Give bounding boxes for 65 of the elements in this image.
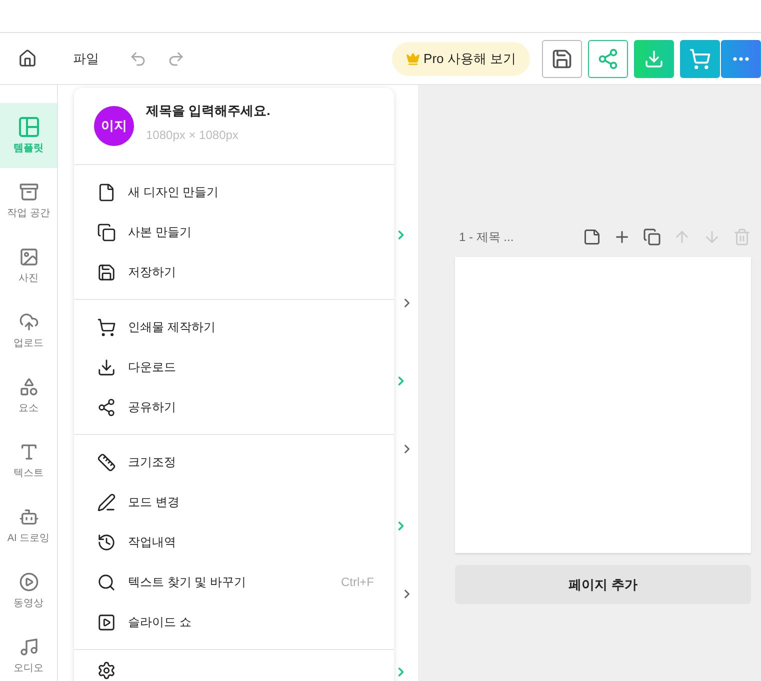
more-icon bbox=[733, 56, 749, 60]
add-page-button[interactable]: 페이지 추가 bbox=[455, 565, 751, 604]
more-button[interactable] bbox=[721, 40, 761, 78]
note-button[interactable] bbox=[583, 228, 601, 246]
design-dimensions: 1080px × 1080px bbox=[146, 128, 240, 142]
menu-item[interactable]: 사본 만들기 bbox=[74, 212, 394, 252]
menu-item[interactable]: 크기조정 bbox=[74, 442, 394, 482]
design-title: 제목을 입력해주세요. bbox=[146, 102, 270, 120]
text-icon bbox=[18, 442, 38, 462]
plus-button[interactable] bbox=[613, 228, 631, 246]
pro-button[interactable]: Pro 사용해 보기 bbox=[392, 42, 530, 76]
share-icon bbox=[597, 48, 619, 70]
page-label: 1 - 제목 ... bbox=[458, 228, 515, 246]
upload-cloud-icon bbox=[18, 312, 38, 332]
shapes-icon bbox=[18, 376, 38, 396]
download-icon bbox=[97, 358, 116, 376]
play-square-icon bbox=[97, 612, 116, 632]
sidebar-item[interactable]: 동영상 bbox=[0, 558, 57, 623]
save-icon bbox=[551, 48, 573, 70]
search-icon bbox=[97, 572, 116, 592]
copy-icon bbox=[97, 222, 116, 242]
home-button[interactable] bbox=[18, 49, 37, 68]
cart-button[interactable] bbox=[680, 40, 720, 78]
sidebar-item[interactable]: AI 드로잉 bbox=[0, 493, 57, 558]
sidebar-item[interactable]: 오디오 bbox=[0, 623, 57, 681]
save-button[interactable] bbox=[542, 40, 582, 78]
menu-item[interactable]: 모드 변경 bbox=[74, 482, 394, 522]
history-icon bbox=[97, 532, 116, 552]
cart-icon bbox=[97, 318, 116, 336]
archive-icon bbox=[18, 182, 38, 202]
ruler-icon bbox=[97, 452, 116, 472]
sidebar-item[interactable]: 업로드 bbox=[0, 298, 57, 363]
copy-button[interactable] bbox=[643, 228, 661, 246]
crown-icon bbox=[406, 52, 420, 66]
menu-item[interactable]: 공유하기 bbox=[74, 387, 394, 427]
undo-button[interactable] bbox=[129, 50, 147, 68]
file-icon bbox=[97, 182, 116, 202]
play-icon bbox=[18, 572, 38, 592]
redo-button[interactable] bbox=[167, 50, 185, 68]
sidebar-item[interactable]: 요소 bbox=[0, 363, 57, 428]
avatar: 이지 bbox=[94, 106, 134, 146]
menu-item[interactable]: 새 디자인 만들기 bbox=[74, 172, 394, 212]
menu-item[interactable]: 저장하기 bbox=[74, 252, 394, 292]
image-icon bbox=[18, 246, 38, 266]
menu-item[interactable]: 슬라이드 쇼 bbox=[74, 602, 394, 642]
download-icon bbox=[644, 48, 664, 68]
menu-item[interactable]: 텍스트 찾기 및 바꾸기 Ctrl+F bbox=[74, 562, 394, 602]
template-icon bbox=[18, 116, 38, 136]
menu-item[interactable]: 인쇄물 제작하기 bbox=[74, 307, 394, 347]
save-icon bbox=[97, 262, 116, 282]
sidebar-item[interactable]: 텍스트 bbox=[0, 428, 57, 493]
settings-icon bbox=[97, 661, 116, 680]
music-icon bbox=[18, 636, 38, 656]
sidebar-item[interactable]: 사진 bbox=[0, 233, 57, 298]
menu-item[interactable]: 작업내역 bbox=[74, 522, 394, 562]
sidebar-item[interactable]: 작업 공간 bbox=[0, 168, 57, 233]
cart-icon bbox=[689, 48, 711, 70]
shortcut-hint: Ctrl+F bbox=[341, 575, 374, 589]
robot-icon bbox=[18, 506, 38, 526]
pen-icon bbox=[97, 492, 116, 512]
download-button[interactable] bbox=[634, 40, 674, 78]
file-menu[interactable]: 파일 bbox=[73, 50, 99, 68]
share-button[interactable] bbox=[588, 40, 628, 78]
menu-item[interactable]: 다운로드 bbox=[74, 347, 394, 387]
share-icon bbox=[97, 398, 116, 416]
